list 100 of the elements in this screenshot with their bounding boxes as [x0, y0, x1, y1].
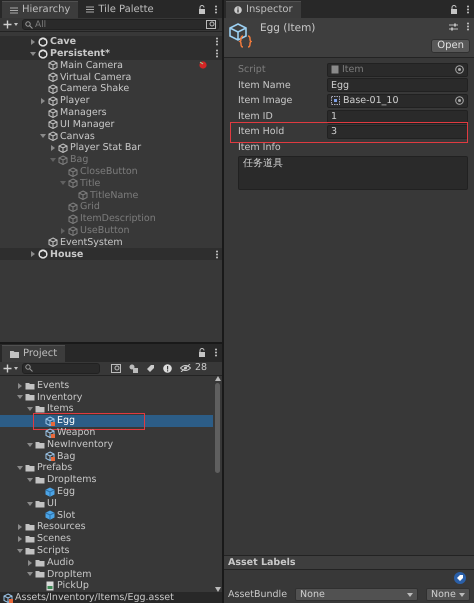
add-dropdown-icon[interactable] [3, 20, 19, 29]
tree-item-label[interactable]: Canvas [58, 130, 95, 142]
script-icon [331, 65, 339, 74]
tree-item-label[interactable]: Main Camera [58, 60, 123, 72]
search-icon [25, 20, 33, 28]
tree-item-label[interactable]: Events [35, 380, 70, 392]
folder-icon [35, 474, 45, 485]
collapse-arrow-icon[interactable] [25, 476, 35, 484]
more-icon[interactable] [466, 4, 470, 14]
tree-item-label[interactable]: NewInventory [45, 438, 114, 450]
cube-icon [78, 190, 88, 200]
search-field[interactable] [22, 362, 100, 374]
script-icon [45, 581, 55, 592]
tree-item-label[interactable]: DropItem [45, 568, 92, 580]
open-button[interactable]: Open [431, 39, 470, 53]
asset-icon [45, 451, 55, 462]
cube-icon [48, 108, 58, 118]
add-dropdown-icon[interactable] [3, 364, 19, 373]
text-field[interactable]: 1 [327, 110, 468, 124]
tree-item-label[interactable]: Egg [55, 415, 76, 427]
field-label: Item Info [238, 142, 282, 154]
scrollbar-thumb[interactable] [215, 382, 220, 473]
text-area[interactable]: 任务道具 [238, 156, 468, 190]
tree-item-label[interactable]: PickUp [55, 580, 89, 592]
tree-item-label[interactable]: Inventory [35, 392, 82, 404]
tree-item-label[interactable]: Items [45, 403, 74, 415]
search-field[interactable]: All [22, 19, 219, 30]
hidden-icon[interactable] [180, 364, 191, 372]
tree-item-label[interactable]: Slot [55, 510, 76, 522]
list-icon [86, 6, 94, 13]
collapse-arrow-icon[interactable] [25, 500, 35, 508]
folder-icon [25, 534, 35, 544]
tree-item-label[interactable]: DropItems [45, 474, 96, 486]
settings-icon[interactable] [449, 22, 458, 30]
tree-item-label[interactable]: Prefabs [35, 462, 72, 474]
panel-tab[interactable]: Inspector [226, 1, 301, 18]
lock-icon[interactable] [450, 4, 458, 14]
collapse-arrow-icon[interactable] [28, 50, 38, 58]
folder-icon [35, 498, 45, 509]
panel-tab[interactable]: Project [2, 344, 66, 362]
cube-icon [58, 143, 68, 154]
more-icon[interactable] [214, 348, 218, 358]
panel-tab[interactable]: Tile Palette [78, 1, 162, 18]
tree-item-label[interactable]: Scenes [35, 533, 71, 545]
more-icon[interactable] [215, 37, 219, 46]
collapse-arrow-icon[interactable] [15, 393, 25, 402]
hidden-count: 28 [195, 362, 208, 374]
object-picker-icon[interactable] [455, 96, 464, 106]
collapse-arrow-icon[interactable] [15, 464, 25, 472]
search-icon [25, 364, 33, 372]
text-field[interactable]: 3 [327, 125, 468, 140]
cube-icon [48, 237, 58, 248]
dropdown[interactable]: None [295, 588, 418, 601]
tree-item-label[interactable]: Cave [48, 36, 76, 48]
tree-item-label[interactable]: Camera Shake [58, 83, 130, 95]
collapse-arrow-icon[interactable] [38, 132, 48, 140]
cube-icon [68, 214, 78, 224]
search-scene-icon[interactable] [111, 364, 121, 373]
text-field[interactable]: Egg [327, 78, 468, 92]
field-label: Item ID [238, 110, 274, 122]
tree-item-label[interactable]: House [48, 248, 84, 260]
cube-icon [48, 96, 58, 106]
tree-item-label[interactable]: Scripts [35, 545, 70, 556]
more-icon[interactable] [214, 4, 218, 14]
folder-icon [35, 569, 45, 580]
tree-item-label[interactable]: Virtual Camera [58, 72, 132, 83]
dropdown[interactable]: None [426, 588, 470, 601]
more-icon[interactable] [466, 22, 470, 31]
tree-item-label[interactable]: Audio [45, 556, 74, 568]
tree-item-label[interactable]: UI [45, 498, 57, 510]
tree-item-label[interactable]: Managers [58, 106, 107, 118]
tree-item-label[interactable]: Egg [55, 486, 76, 498]
tree-item-label[interactable]: Resources [35, 521, 86, 533]
tree-item-label[interactable]: UI Manager [58, 118, 114, 130]
prefab-icon [45, 510, 55, 520]
object-field[interactable]: Base-01_10 [327, 94, 468, 108]
collapse-arrow-icon[interactable] [15, 546, 25, 555]
collapse-arrow-icon[interactable] [25, 405, 35, 414]
tree-item-label[interactable]: Player [58, 95, 90, 107]
lock-icon[interactable] [198, 348, 206, 358]
list-icon [10, 6, 18, 14]
collapse-arrow-icon[interactable] [25, 570, 35, 578]
more-icon[interactable] [215, 250, 219, 259]
caret-icon [407, 592, 413, 596]
cube-icon [58, 154, 68, 165]
tree-item-label[interactable]: Bag [55, 450, 76, 462]
scene-search-icon[interactable] [206, 20, 216, 29]
asset-path: Assets/Inventory/Items/Egg.asset [15, 592, 174, 603]
tree-item-label[interactable]: Player Stat Bar [68, 142, 142, 154]
collapse-arrow-icon[interactable] [25, 440, 35, 449]
tree-item-label[interactable]: Weapon [55, 427, 96, 438]
filter-type-icon[interactable] [129, 364, 138, 373]
lock-icon[interactable] [198, 4, 206, 14]
folder-icon [25, 522, 35, 532]
panel-tab[interactable]: Hierarchy [2, 1, 78, 18]
more-icon[interactable] [215, 49, 219, 58]
tree-item-label[interactable]: EventSystem [58, 236, 123, 248]
label-icon[interactable] [146, 364, 155, 373]
label-icon[interactable] [454, 572, 466, 584]
warning-icon[interactable] [163, 364, 172, 373]
